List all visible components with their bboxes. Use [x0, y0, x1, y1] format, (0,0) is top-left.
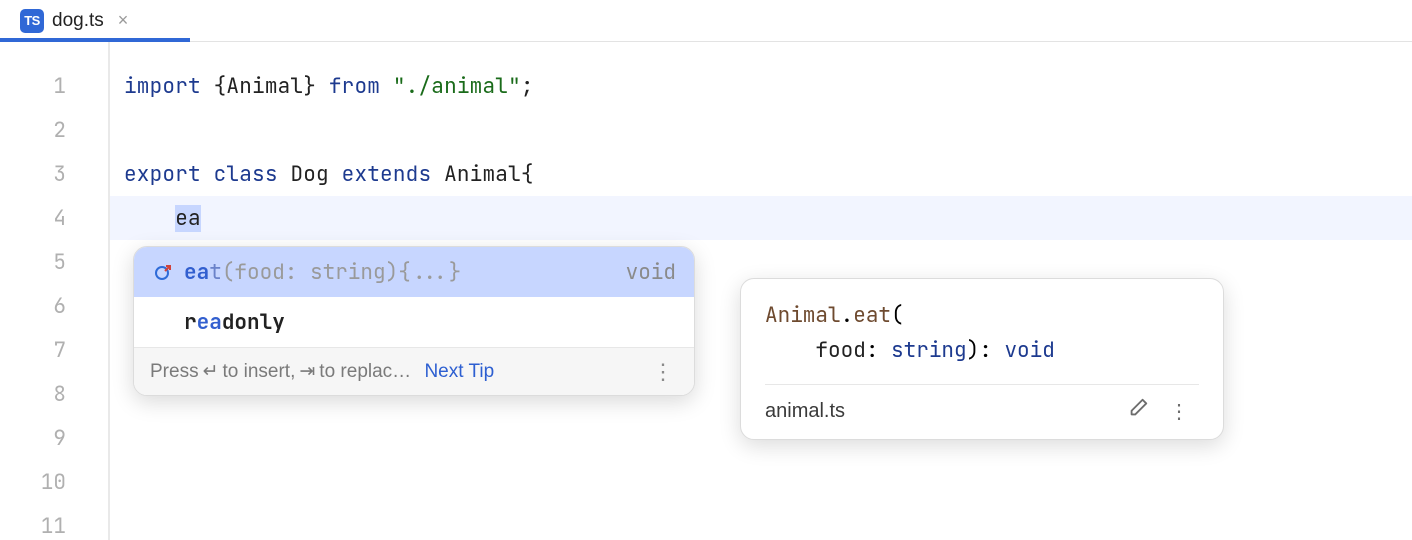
line-number: 4 — [0, 196, 108, 240]
line-number: 7 — [0, 328, 108, 372]
typescript-file-icon: TS — [20, 9, 44, 33]
autocomplete-item-label: readonly — [184, 309, 666, 336]
match-prefix: ea — [184, 259, 209, 286]
space — [380, 73, 393, 100]
space — [278, 161, 291, 188]
code-line[interactable]: export class Dog extends Animal{ — [110, 152, 1412, 196]
tab-dog-ts[interactable]: TS dog.ts × — [10, 0, 138, 41]
param-name: food — [815, 337, 865, 364]
match-tail: t — [209, 259, 222, 286]
autocomplete-item-readonly[interactable]: readonly — [134, 297, 694, 347]
brace-open: { — [201, 73, 227, 100]
line-number: 3 — [0, 152, 108, 196]
footer-text: to insert, — [223, 361, 296, 383]
line-number: 8 — [0, 372, 108, 416]
return-type: void — [1004, 337, 1054, 364]
signature-tail: (food: string){...} — [222, 259, 461, 286]
brace-open: { — [521, 161, 534, 188]
close-icon[interactable]: × — [112, 10, 129, 31]
brace-close: } — [303, 73, 329, 100]
code-line[interactable] — [110, 108, 1412, 152]
keyword-import: import — [124, 73, 201, 100]
indent — [124, 205, 175, 232]
paren-close: ) — [967, 337, 980, 364]
semicolon: ; — [521, 73, 534, 100]
blank-icon — [152, 311, 174, 333]
keyword-from: from — [329, 73, 380, 100]
line-number: 5 — [0, 240, 108, 284]
colon: : — [866, 337, 891, 364]
pre-text: r — [184, 309, 197, 336]
line-number: 6 — [0, 284, 108, 328]
line-number: 1 — [0, 64, 108, 108]
doc-class: Animal — [765, 302, 841, 329]
identifier-animal: Animal — [226, 73, 303, 100]
match-prefix: ea — [197, 309, 222, 336]
editor-tabbar: TS dog.ts × — [0, 0, 1412, 42]
typed-text: ea — [175, 205, 201, 232]
keyword-extends: extends — [342, 161, 432, 188]
next-tip-link[interactable]: Next Tip — [424, 361, 494, 383]
quick-documentation-popup: Animal.eat( food: string): void animal.t… — [740, 278, 1224, 440]
keyword-class: class — [214, 161, 278, 188]
string-literal: ./animal — [406, 73, 508, 100]
footer-text: to replac… — [319, 361, 411, 383]
override-method-icon — [152, 261, 174, 283]
match-tail: donly — [222, 309, 285, 336]
paren-open: ( — [891, 302, 904, 329]
indent — [765, 337, 815, 364]
line-number: 10 — [0, 460, 108, 504]
space — [431, 161, 444, 188]
code-line[interactable] — [110, 504, 1412, 540]
autocomplete-item-eat[interactable]: eat(food: string){...} void — [134, 247, 694, 297]
footer-text: Press — [150, 361, 199, 383]
colon: : — [979, 337, 1004, 364]
line-number: 9 — [0, 416, 108, 460]
autocomplete-footer: Press ↵ to insert, ⇥ to replac… Next Tip… — [134, 347, 694, 395]
code-line-active[interactable]: ea — [110, 196, 1412, 240]
autocomplete-popup: eat(food: string){...} void readonly Pre… — [133, 246, 695, 396]
return-type: void — [626, 259, 676, 286]
class-name-animal: Animal — [444, 161, 521, 188]
string-quote: " — [508, 73, 521, 100]
code-line[interactable]: import {Animal} from "./animal"; — [110, 64, 1412, 108]
tab-filename: dog.ts — [52, 10, 104, 32]
line-number: 2 — [0, 108, 108, 152]
keyword-export: export — [124, 161, 201, 188]
string-quote: " — [393, 73, 406, 100]
autocomplete-item-label: eat(food: string){...} — [184, 259, 616, 286]
edit-icon[interactable] — [1117, 397, 1159, 425]
divider — [765, 384, 1199, 385]
tab-key-icon: ⇥ — [299, 360, 315, 383]
space — [201, 161, 214, 188]
param-type: string — [891, 337, 967, 364]
more-actions-icon[interactable]: ⋮ — [648, 359, 678, 385]
more-actions-icon[interactable]: ⋮ — [1159, 399, 1199, 424]
signature: Animal.eat( food: string): void — [765, 299, 1199, 368]
typed-prefix: ea — [175, 205, 201, 232]
line-number-gutter: 1 2 3 4 5 6 7 8 9 10 11 — [0, 42, 110, 540]
source-file[interactable]: animal.ts — [765, 400, 845, 423]
enter-key-icon: ↵ — [203, 360, 219, 383]
class-name-dog: Dog — [290, 161, 328, 188]
doc-method: eat — [853, 302, 891, 329]
space — [329, 161, 342, 188]
dot: . — [841, 302, 854, 329]
line-number: 11 — [0, 504, 108, 540]
code-line[interactable] — [110, 460, 1412, 504]
